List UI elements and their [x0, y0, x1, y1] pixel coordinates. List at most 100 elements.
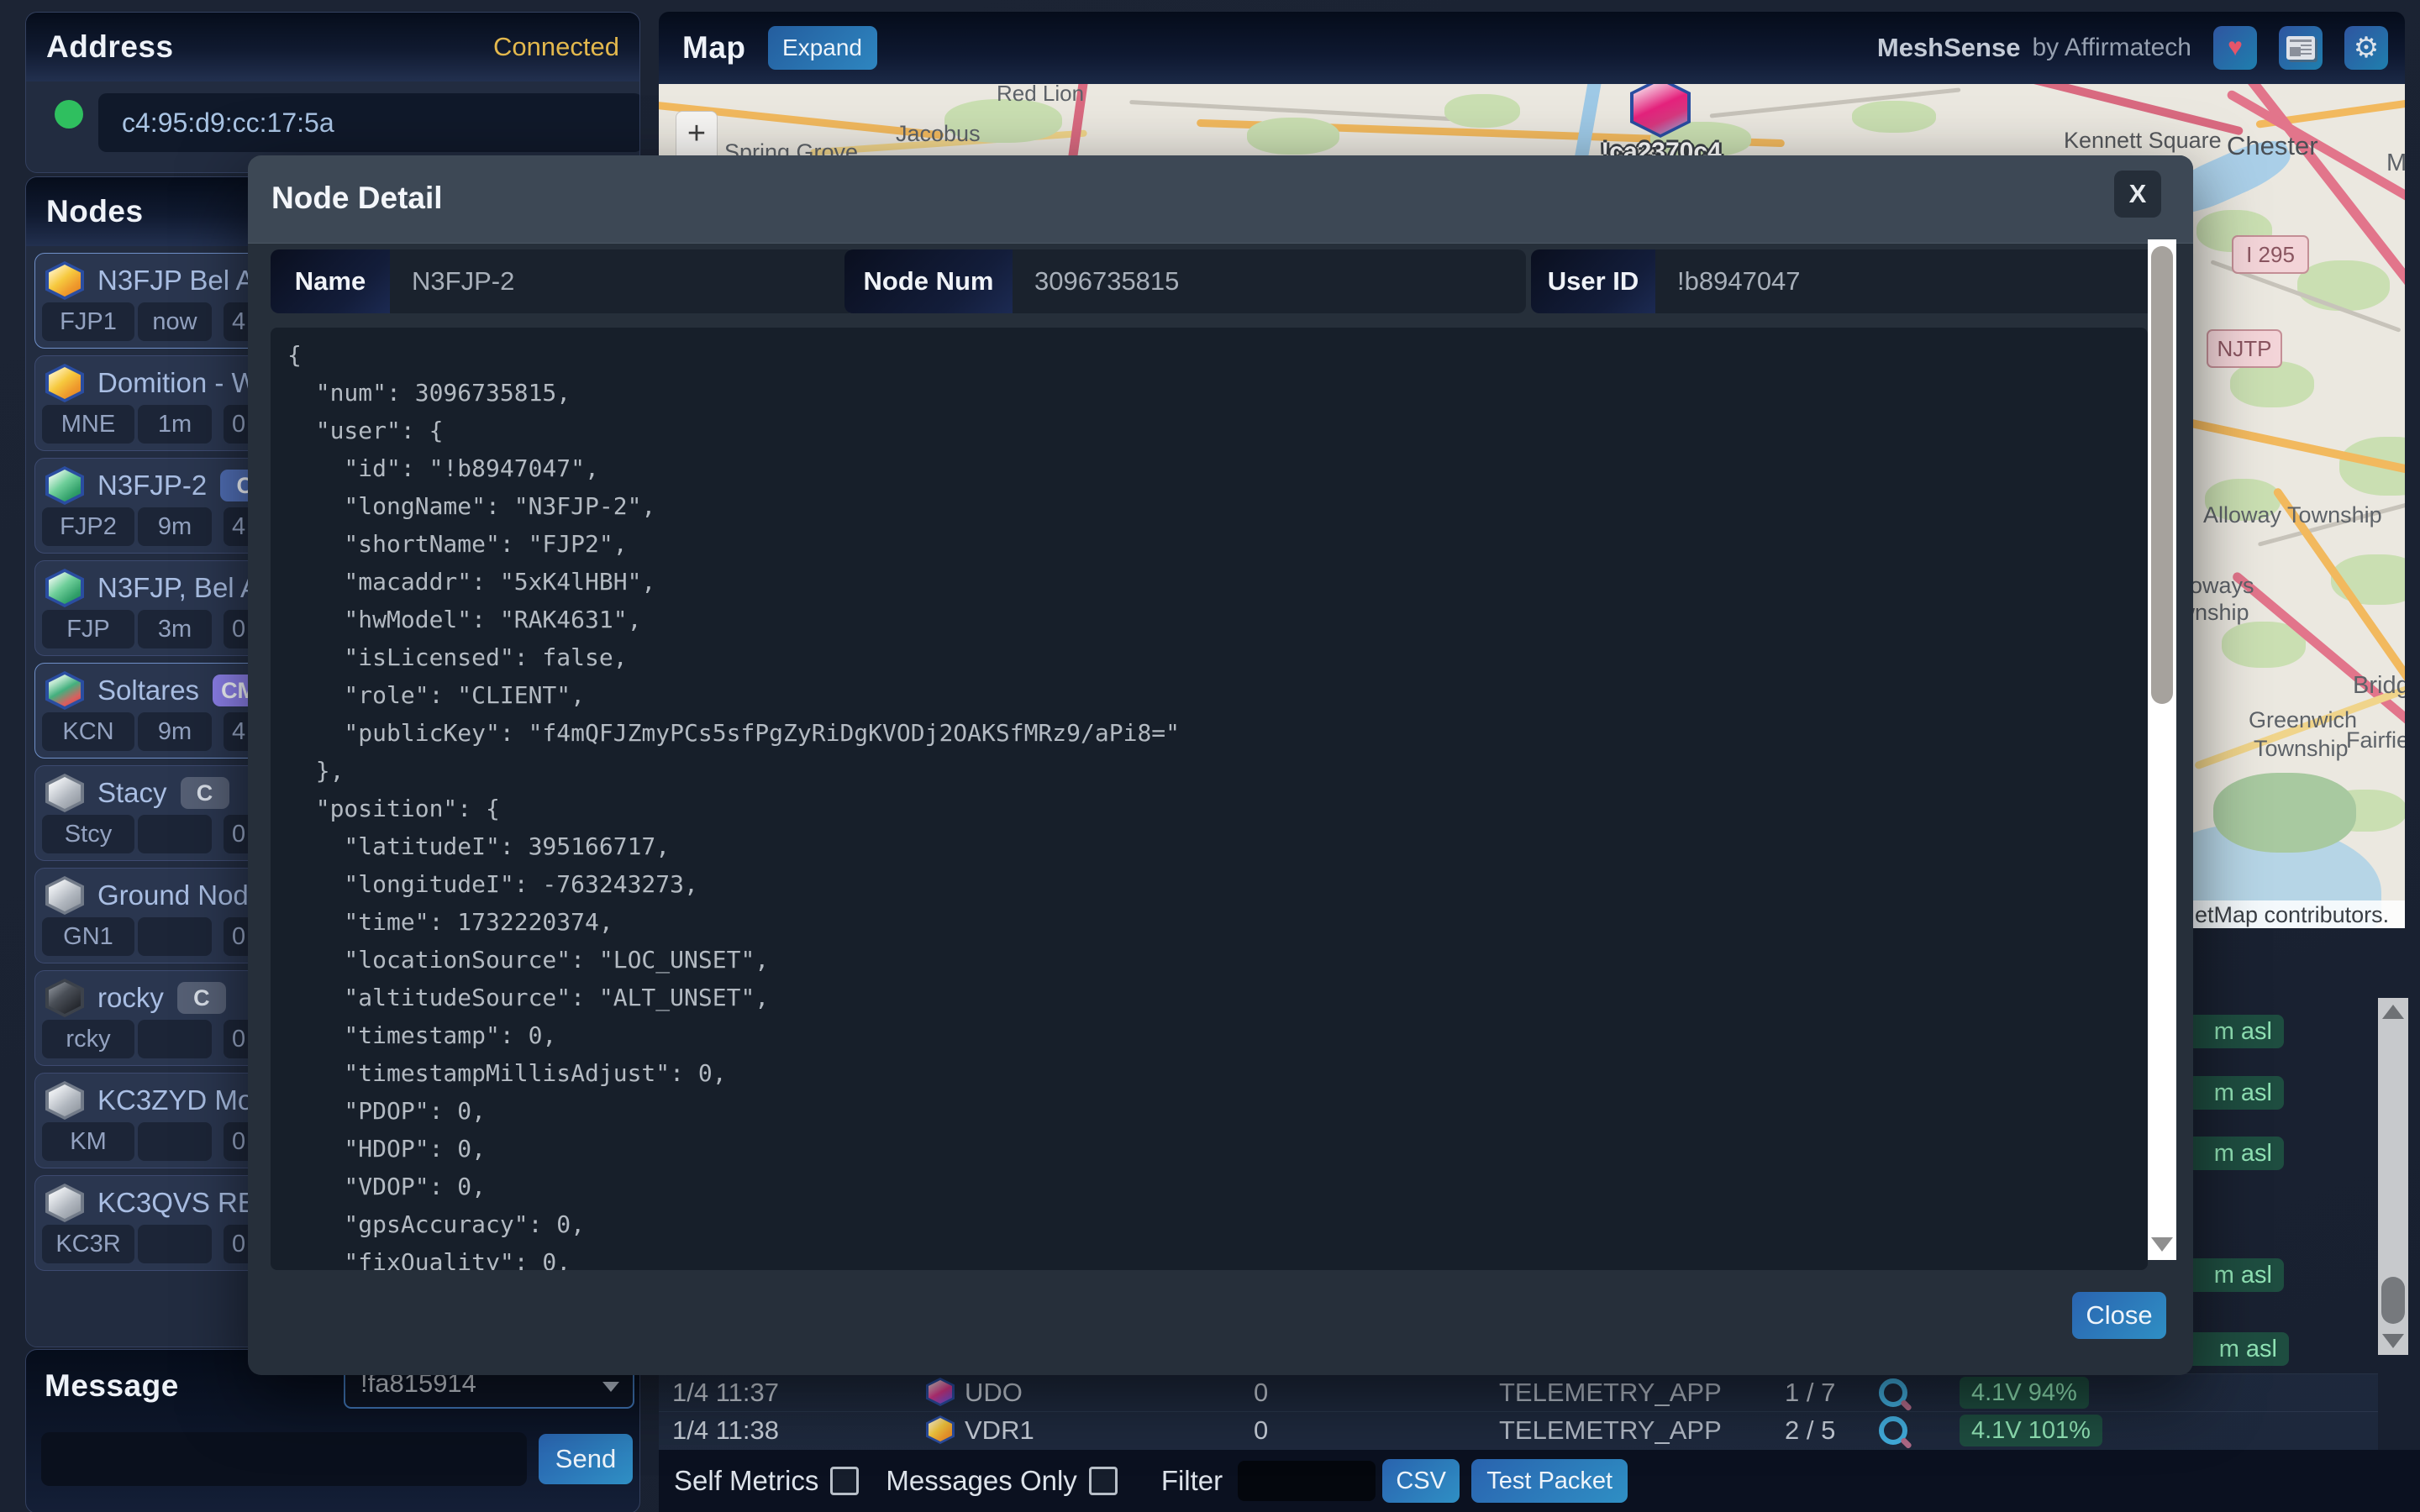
expand-map-button[interactable]: Expand	[768, 26, 877, 70]
node-name: N3FJP-2	[97, 470, 207, 501]
green-hexagon-icon	[45, 466, 84, 505]
address-title: Address	[46, 29, 174, 65]
amber-hexagon-icon	[45, 364, 84, 402]
amber-hexagon-icon	[926, 1415, 955, 1444]
purple-hexagon-icon	[926, 1378, 955, 1406]
address-value: c4:95:d9:cc:17:5a	[98, 108, 334, 139]
node-shortname-chip: rcky	[42, 1020, 134, 1058]
modal-scrollbar-thumb[interactable]	[2151, 246, 2173, 704]
scroll-up-arrow-icon[interactable]	[2382, 1005, 2404, 1019]
packet-node-name: UDO	[965, 1378, 1023, 1408]
node-time-chip	[138, 815, 212, 853]
messages-only-label: Messages Only	[886, 1465, 1076, 1497]
gray-hexagon-icon	[45, 774, 84, 812]
mixed-hexagon-icon	[45, 671, 84, 710]
node-shortname-chip: KC3R	[42, 1225, 134, 1263]
node-shortname-chip: KCN	[42, 712, 134, 751]
map-title: Map	[682, 30, 746, 66]
map-label: Kennett Square	[2064, 128, 2222, 154]
amber-hexagon-icon	[45, 261, 84, 300]
expand-button-label: Expand	[782, 34, 862, 61]
heart-icon: ♥	[2228, 34, 2243, 62]
send-button[interactable]: Send	[539, 1434, 633, 1484]
table-scrollbar-thumb[interactable]	[2381, 1277, 2405, 1324]
scroll-down-arrow-icon[interactable]	[2151, 1237, 2173, 1252]
packet-app-type: TELEMETRY_APP	[1499, 1415, 1722, 1446]
field-value-user-id[interactable]: !b8947047	[1655, 249, 2160, 313]
node-shortname-chip: FJP1	[42, 302, 134, 341]
scroll-down-arrow-icon[interactable]	[2382, 1334, 2404, 1348]
node-name: Soltares	[97, 675, 199, 706]
nodes-title: Nodes	[46, 194, 144, 229]
highway-shield: I 295	[2232, 235, 2309, 274]
close-button-label: Close	[2086, 1300, 2152, 1331]
modal-close-button[interactable]: Close	[2072, 1292, 2166, 1339]
modal-title: Node Detail	[271, 181, 443, 216]
test-packet-button[interactable]: Test Packet	[1471, 1459, 1628, 1503]
node-shortname-chip: MNE	[42, 405, 134, 444]
meshsense-app: Address Connected c4:95:d9:cc:17:5a Node…	[0, 0, 2420, 1512]
csv-button[interactable]: CSV	[1382, 1459, 1460, 1503]
node-time-chip: now	[138, 302, 212, 341]
plus-icon: +	[676, 112, 717, 155]
field-value-node-num[interactable]: 3096735815	[1013, 249, 1526, 313]
packet-time: 1/4 11:38	[672, 1415, 779, 1446]
self-metrics-label: Self Metrics	[674, 1465, 818, 1497]
magnifier-icon[interactable]	[1879, 1416, 1907, 1445]
node-role-badge: C	[177, 982, 226, 1014]
field-label-node-num: Node Num	[844, 249, 1013, 313]
brand-byline: by Affirmatech	[2032, 34, 2191, 62]
csv-button-label: CSV	[1396, 1467, 1446, 1495]
node-time-chip	[138, 917, 212, 956]
gray-hexagon-icon	[45, 1184, 84, 1222]
node-role-badge: C	[181, 777, 229, 809]
node-name: rocky	[97, 982, 164, 1014]
settings-button[interactable]: ⚙	[2344, 26, 2388, 70]
map-label: Greenwich	[2249, 707, 2357, 733]
node-json-text: { "num": 3096735815, "user": { "id": "!b…	[271, 328, 2148, 1270]
close-x-icon: X	[2129, 179, 2147, 209]
table-scrollbar[interactable]	[2378, 998, 2408, 1355]
dark-hexagon-icon	[45, 979, 84, 1017]
node-time-chip	[138, 1225, 212, 1263]
sponsor-button[interactable]: ♥	[2213, 26, 2257, 70]
newspaper-icon	[2286, 36, 2315, 60]
address-input[interactable]: c4:95:d9:cc:17:5a	[98, 93, 640, 152]
battery-badge: 4.1V 101%	[1960, 1415, 2102, 1446]
packet-row[interactable]: 1/4 11:37 UDO 0 TELEMETRY_APP 1 / 7 4.1V…	[659, 1373, 2378, 1412]
node-shortname-chip: KM	[42, 1122, 134, 1161]
messages-only-checkbox[interactable]	[1089, 1467, 1118, 1495]
map-label: Bridget	[2353, 672, 2405, 700]
map-label: Chester	[2227, 131, 2318, 161]
node-name: Ground Node	[97, 879, 264, 911]
field-label-name: Name	[271, 249, 390, 313]
node-time-chip	[138, 1020, 212, 1058]
node-name: N3FJP Bel Air	[97, 265, 270, 297]
gray-hexagon-icon	[45, 876, 84, 915]
packet-row[interactable]: 1/4 11:38 VDR1 0 TELEMETRY_APP 2 / 5 4.1…	[659, 1411, 2378, 1450]
packet-hops: 0	[1254, 1415, 1268, 1446]
map-header-bar: Map Expand MeshSense by Affirmatech ♥ ⚙	[659, 12, 2405, 84]
altitude-badge: m asl	[2176, 1332, 2289, 1366]
node-shortname-chip: FJP	[42, 610, 134, 648]
gear-icon: ⚙	[2354, 31, 2379, 65]
map-label: Fairfield	[2346, 727, 2405, 753]
message-input[interactable]	[41, 1432, 527, 1486]
map-label: Township	[2254, 736, 2349, 762]
filter-input[interactable]	[1238, 1461, 1376, 1501]
node-json-viewer[interactable]: { "num": 3096735815, "user": { "id": "!b…	[271, 328, 2148, 1270]
modal-scrollbar[interactable]	[2148, 239, 2176, 1260]
magnifier-icon[interactable]	[1879, 1378, 1907, 1407]
news-button[interactable]	[2279, 26, 2323, 70]
address-panel: Address Connected c4:95:d9:cc:17:5a	[25, 12, 640, 173]
send-button-label: Send	[555, 1444, 616, 1474]
map-label: Alloway Township	[2203, 502, 2382, 528]
chevron-down-icon	[602, 1382, 619, 1392]
green-hexagon-icon	[45, 569, 84, 607]
field-value-name[interactable]: N3FJP-2	[390, 249, 855, 313]
bottom-toolbar: Self Metrics Messages Only Filter CSV Te…	[659, 1450, 2420, 1512]
test-packet-button-label: Test Packet	[1486, 1467, 1612, 1495]
modal-close-x-button[interactable]: X	[2114, 171, 2161, 218]
map-label: Red Lion	[997, 84, 1084, 107]
self-metrics-checkbox[interactable]	[830, 1467, 859, 1495]
